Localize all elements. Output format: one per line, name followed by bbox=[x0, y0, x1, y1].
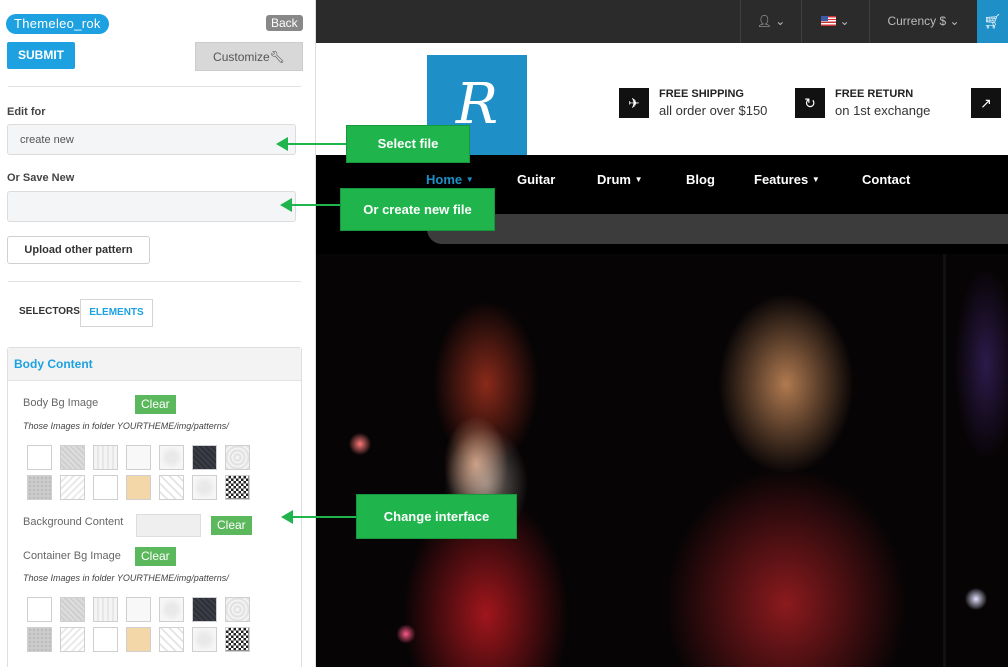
pattern-swatch[interactable] bbox=[192, 475, 217, 500]
pattern-swatch[interactable] bbox=[159, 475, 184, 500]
nav-item-home[interactable]: Home ▼ bbox=[426, 172, 474, 187]
pattern-swatch[interactable] bbox=[126, 597, 151, 622]
theme-customizer-panel: Themeleo_rok Back SUBMIT Customize🔧︎ Edi… bbox=[0, 0, 316, 667]
hero-banner-image bbox=[316, 254, 1008, 667]
nav-item-blog[interactable]: Blog bbox=[686, 172, 715, 187]
chevron-down-icon: ⌄ bbox=[949, 14, 960, 28]
theme-name-badge: Themeleo_rok bbox=[6, 14, 109, 34]
us-flag-icon bbox=[821, 16, 837, 26]
save-new-input[interactable] bbox=[7, 191, 296, 222]
pattern-swatch[interactable] bbox=[225, 475, 250, 500]
caret-down-icon: ▼ bbox=[465, 175, 474, 184]
pattern-swatch[interactable] bbox=[93, 475, 118, 500]
feature-subtitle: all order over $150 bbox=[659, 103, 768, 118]
wrench-icon: 🔧︎ bbox=[269, 50, 285, 64]
pattern-swatch[interactable] bbox=[225, 597, 250, 622]
annotation-arrow bbox=[280, 198, 340, 212]
divider bbox=[8, 281, 301, 282]
nav-label: Blog bbox=[686, 172, 715, 187]
pattern-swatch[interactable] bbox=[192, 627, 217, 652]
nav-item-contact[interactable]: Contact bbox=[862, 172, 910, 187]
feature-title: FREE RETURN bbox=[835, 88, 914, 100]
pattern-swatch[interactable] bbox=[60, 627, 85, 652]
account-dropdown[interactable]: 👤︎ ⌄ bbox=[740, 0, 801, 43]
currency-dropdown[interactable]: Currency $ ⌄ bbox=[869, 0, 977, 43]
plane-icon: ✈︎ bbox=[619, 88, 649, 118]
caret-down-icon: ▼ bbox=[634, 175, 643, 184]
pattern-swatch[interactable] bbox=[27, 627, 52, 652]
pattern-swatch[interactable] bbox=[60, 475, 85, 500]
rocket-icon: ↗ bbox=[971, 88, 1001, 118]
feature-title: FREE SHIPPING bbox=[659, 88, 744, 100]
edit-for-label: Edit for bbox=[7, 106, 46, 118]
annotation-change-interface: Change interface bbox=[356, 494, 517, 539]
annotation-arrow bbox=[276, 137, 346, 151]
annotation-arrow bbox=[281, 510, 356, 524]
nav-label: Contact bbox=[862, 172, 911, 187]
pattern-swatch[interactable] bbox=[93, 627, 118, 652]
pattern-swatch[interactable] bbox=[27, 475, 52, 500]
search-bar[interactable] bbox=[427, 214, 1008, 244]
back-button[interactable]: Back bbox=[266, 15, 303, 31]
nav-item-drum[interactable]: Drum ▼ bbox=[597, 172, 643, 187]
patterns-note: Those Images in folder YOURTHEME/img/pat… bbox=[23, 573, 229, 583]
pattern-swatch[interactable] bbox=[93, 445, 118, 470]
tab-elements[interactable]: ELEMENTS bbox=[80, 299, 153, 327]
patterns-note: Those Images in folder YOURTHEME/img/pat… bbox=[23, 421, 229, 431]
container-pattern-grid bbox=[27, 597, 250, 652]
clear-container-bg-button[interactable]: Clear bbox=[135, 547, 176, 566]
currency-label: Currency $ bbox=[887, 14, 947, 28]
pattern-swatch[interactable] bbox=[159, 627, 184, 652]
cart-icon[interactable]: 🛒︎ bbox=[977, 0, 1008, 43]
pattern-swatch[interactable] bbox=[126, 627, 151, 652]
nav-label: Home bbox=[426, 172, 463, 187]
store-preview: 👤︎ ⌄ ⌄ Currency $ ⌄ 🛒︎ R ✈︎ FREE SHIPPIN… bbox=[316, 0, 1008, 667]
caret-down-icon: ▼ bbox=[811, 175, 820, 184]
pattern-swatch[interactable] bbox=[60, 445, 85, 470]
pattern-swatch[interactable] bbox=[192, 445, 217, 470]
pattern-swatch[interactable] bbox=[126, 445, 151, 470]
pattern-swatch[interactable] bbox=[159, 597, 184, 622]
nav-label: Drum bbox=[597, 172, 631, 187]
pattern-swatch[interactable] bbox=[27, 597, 52, 622]
background-content-color-input[interactable] bbox=[136, 514, 201, 537]
customize-button[interactable]: Customize🔧︎ bbox=[195, 42, 303, 71]
submit-button[interactable]: SUBMIT bbox=[7, 42, 75, 69]
feature-subtitle: on 1st exchange bbox=[835, 103, 931, 118]
background-content-label: Background Content bbox=[23, 516, 124, 528]
pattern-swatch[interactable] bbox=[159, 445, 184, 470]
nav-item-features[interactable]: Features ▼ bbox=[754, 172, 820, 187]
section-title[interactable]: Body Content bbox=[8, 348, 301, 381]
edit-for-select[interactable]: create new bbox=[7, 124, 296, 155]
chevron-down-icon: ⌄ bbox=[775, 14, 786, 28]
nav-label: Features bbox=[754, 172, 809, 187]
annotation-select-file: Select file bbox=[346, 125, 470, 163]
body-bg-image-label: Body Bg Image bbox=[23, 397, 99, 409]
container-bg-image-label: Container Bg Image bbox=[23, 550, 121, 562]
pattern-swatch[interactable] bbox=[60, 597, 85, 622]
return-icon: ↻ bbox=[795, 88, 825, 118]
pattern-swatch[interactable] bbox=[93, 597, 118, 622]
upload-pattern-button[interactable]: Upload other pattern bbox=[7, 236, 150, 264]
pattern-swatch[interactable] bbox=[126, 475, 151, 500]
language-dropdown[interactable]: ⌄ bbox=[801, 0, 869, 43]
annotation-create-new-file: Or create new file bbox=[340, 188, 495, 231]
user-icon: 👤︎ bbox=[756, 14, 772, 28]
nav-item-guitar[interactable]: Guitar bbox=[517, 172, 555, 187]
hero-divider bbox=[943, 254, 946, 667]
divider bbox=[8, 86, 301, 87]
customize-label: Customize bbox=[213, 50, 270, 64]
clear-body-bg-button[interactable]: Clear bbox=[135, 395, 176, 414]
chevron-down-icon: ⌄ bbox=[839, 14, 850, 28]
clear-background-content-button[interactable]: Clear bbox=[211, 516, 252, 535]
tab-selectors[interactable]: SELECTORS bbox=[19, 306, 80, 317]
pattern-swatch[interactable] bbox=[192, 597, 217, 622]
pattern-swatch[interactable] bbox=[27, 445, 52, 470]
body-pattern-grid bbox=[27, 445, 250, 500]
pattern-swatch[interactable] bbox=[225, 627, 250, 652]
nav-label: Guitar bbox=[517, 172, 556, 187]
top-bar: 👤︎ ⌄ ⌄ Currency $ ⌄ 🛒︎ bbox=[316, 0, 1008, 43]
pattern-swatch[interactable] bbox=[225, 445, 250, 470]
save-new-label: Or Save New bbox=[7, 172, 75, 184]
